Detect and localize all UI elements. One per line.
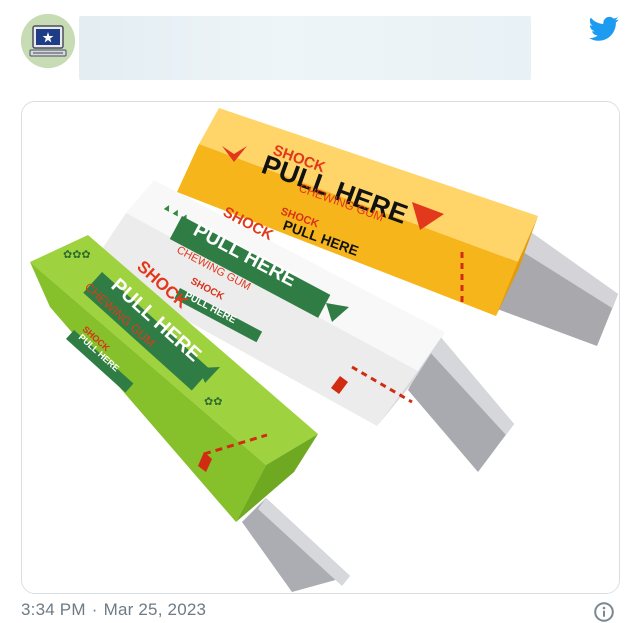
- tweet-timestamp[interactable]: 3:34 PM · Mar 25, 2023: [21, 600, 621, 620]
- tweet-header: [0, 0, 640, 95]
- green-logo: ✿✿✿: [63, 249, 91, 261]
- blurred-account-name: [79, 16, 531, 80]
- computer-icon: [21, 14, 75, 68]
- twitter-bird-icon[interactable]: [589, 16, 619, 42]
- tweet-media-image[interactable]: SHOCK PULL HERE CHEWING GUM SHOCK PULL H…: [21, 101, 620, 594]
- tweet-date: Mar 25, 2023: [103, 600, 207, 619]
- tweet-time: 3:34 PM: [21, 600, 86, 619]
- avatar[interactable]: [21, 14, 75, 68]
- green-logo-bottom: ✿✿: [204, 396, 222, 408]
- shock-gum-photo: SHOCK PULL HERE CHEWING GUM SHOCK PULL H…: [22, 102, 619, 593]
- timestamp-separator: ·: [91, 600, 98, 619]
